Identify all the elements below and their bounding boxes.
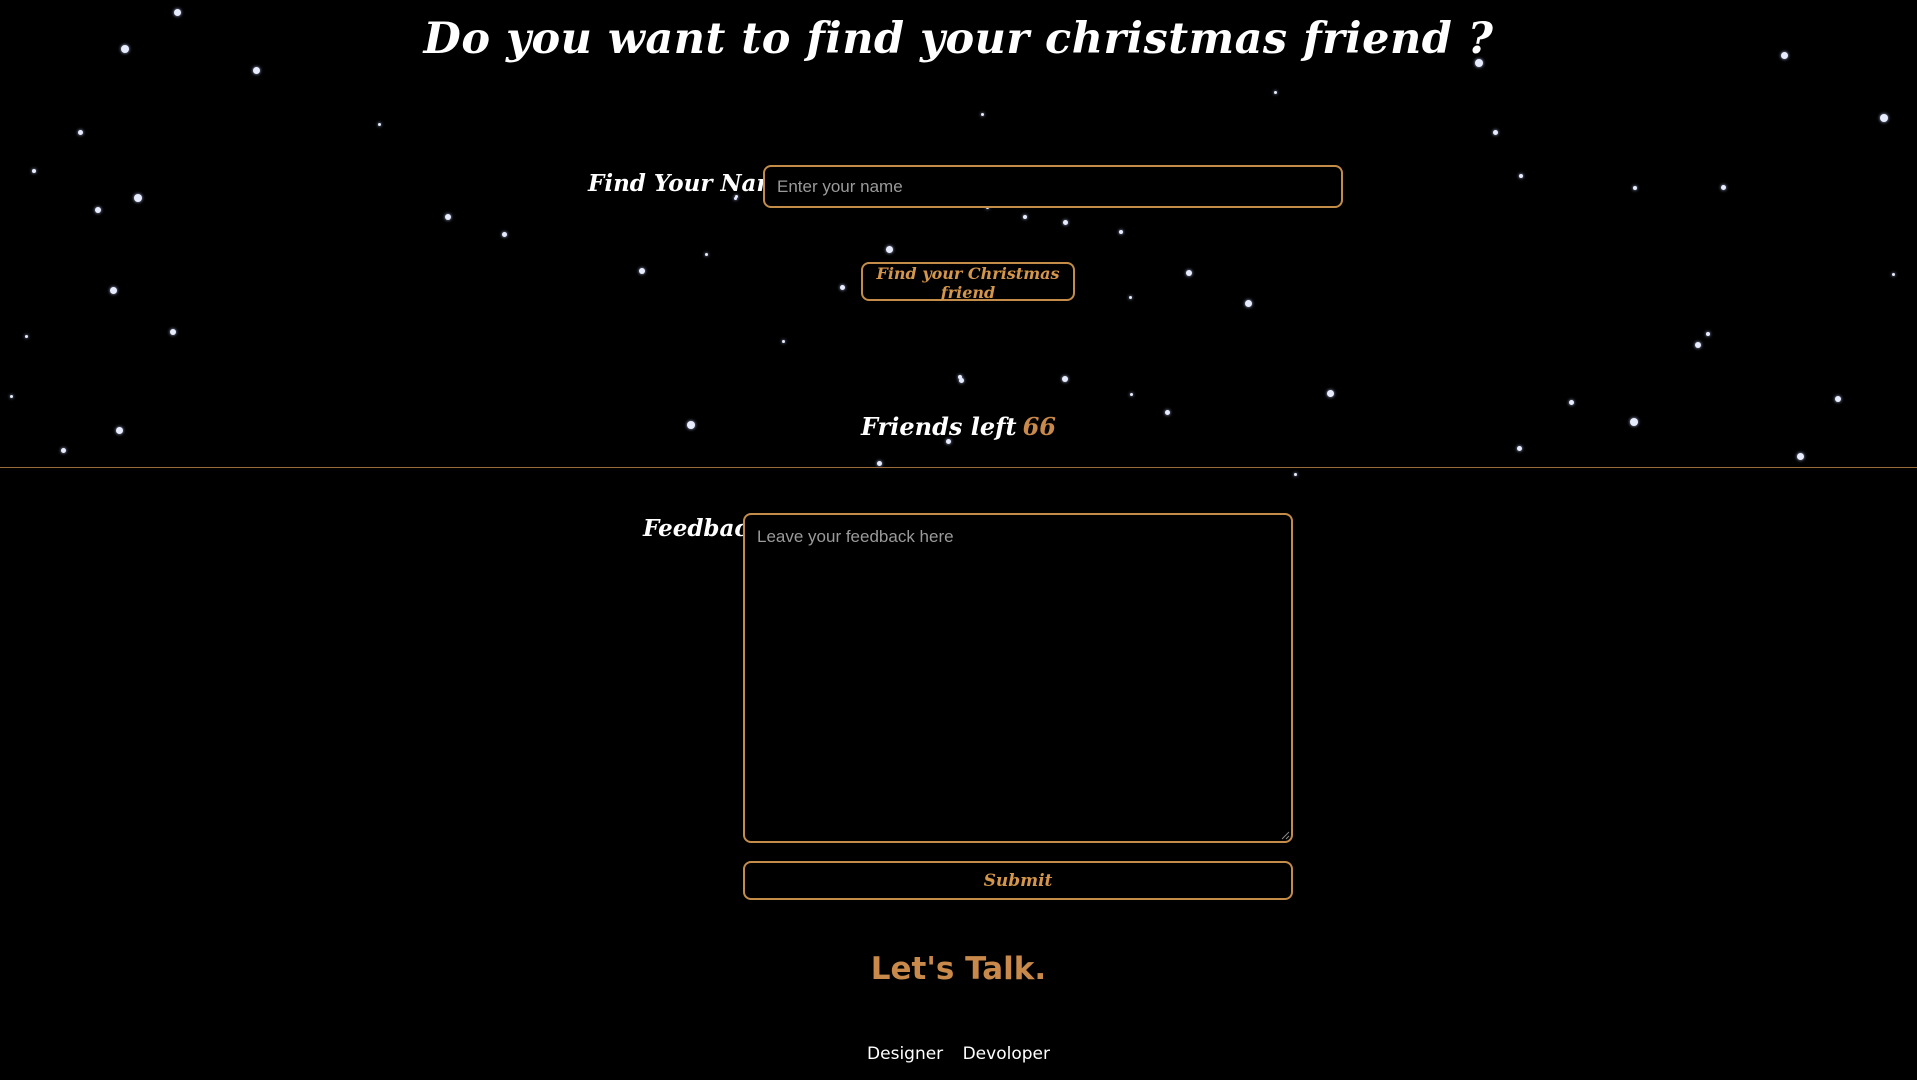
snowflake-icon — [704, 252, 708, 256]
snowflake-icon — [9, 394, 13, 398]
snowflake-icon — [1023, 215, 1027, 219]
page: Do you want to find your christmas frien… — [0, 0, 1917, 1080]
page-title: Do you want to find your christmas frien… — [423, 14, 1494, 64]
snowflake-icon — [1568, 399, 1574, 405]
snowflake-icon — [1062, 376, 1068, 382]
snowflake-icon — [980, 112, 984, 116]
snowflake-icon — [1880, 114, 1888, 122]
submit-feedback-button[interactable]: Submit — [743, 861, 1293, 900]
snowflake-icon — [377, 122, 381, 126]
snowflake-icon — [1516, 445, 1522, 451]
section-divider — [0, 467, 1917, 468]
footer-links: Designer Devoloper — [0, 1044, 1917, 1064]
snowflake-icon — [1129, 392, 1133, 396]
feedback-textarea[interactable] — [743, 513, 1293, 843]
name-input[interactable] — [763, 165, 1343, 208]
snowfall-background — [0, 0, 1917, 476]
snowflake-icon — [24, 334, 28, 338]
snowflake-icon — [1128, 295, 1132, 299]
snowflake-icon — [1119, 230, 1123, 234]
snowflake-icon — [958, 377, 964, 383]
find-christmas-friend-button[interactable]: Find your Christmas friend — [861, 262, 1075, 302]
snowflake-icon — [252, 66, 260, 74]
snowflake-icon — [60, 447, 66, 453]
lets-talk-heading: Let's Talk. — [870, 951, 1047, 987]
friends-left-status: Friends left 66 — [0, 412, 1917, 441]
snowflake-icon — [1293, 472, 1297, 476]
friends-left-label: Friends left — [861, 412, 1017, 441]
snowflake-icon — [170, 329, 176, 335]
snowflake-icon — [958, 375, 962, 379]
snowflake-icon — [1695, 342, 1701, 348]
snowflake-icon — [1835, 396, 1841, 402]
snowflake-icon — [1706, 332, 1710, 336]
snowflake-icon — [95, 207, 101, 213]
snowflake-icon — [885, 245, 893, 253]
snowflake-icon — [839, 284, 845, 290]
snowflake-icon — [1633, 186, 1637, 190]
snowflake-icon — [109, 286, 117, 294]
snowflake-icon — [781, 339, 785, 343]
snowflake-icon — [1244, 299, 1252, 307]
snowflake-icon — [77, 129, 83, 135]
developer-link[interactable]: Devoloper — [963, 1044, 1050, 1064]
snowflake-icon — [1273, 90, 1277, 94]
snowflake-icon — [1519, 174, 1523, 178]
designer-link[interactable]: Designer — [867, 1044, 943, 1064]
resize-handle-icon[interactable] — [1280, 830, 1290, 840]
snowflake-icon — [1492, 129, 1498, 135]
snowflake-icon — [501, 231, 507, 237]
snowflake-icon — [876, 460, 882, 466]
snowflake-icon — [1891, 272, 1895, 276]
snowflake-icon — [1326, 389, 1334, 397]
snowflake-icon — [1720, 184, 1726, 190]
snowflake-icon — [134, 194, 142, 202]
snowflake-icon — [1796, 452, 1804, 460]
snowflake-icon — [639, 268, 645, 274]
snowflake-icon — [1062, 219, 1068, 225]
snowflake-icon — [1186, 270, 1192, 276]
friends-left-count: 66 — [1022, 412, 1056, 441]
snowflake-icon — [32, 169, 36, 173]
snowflake-icon — [445, 214, 451, 220]
